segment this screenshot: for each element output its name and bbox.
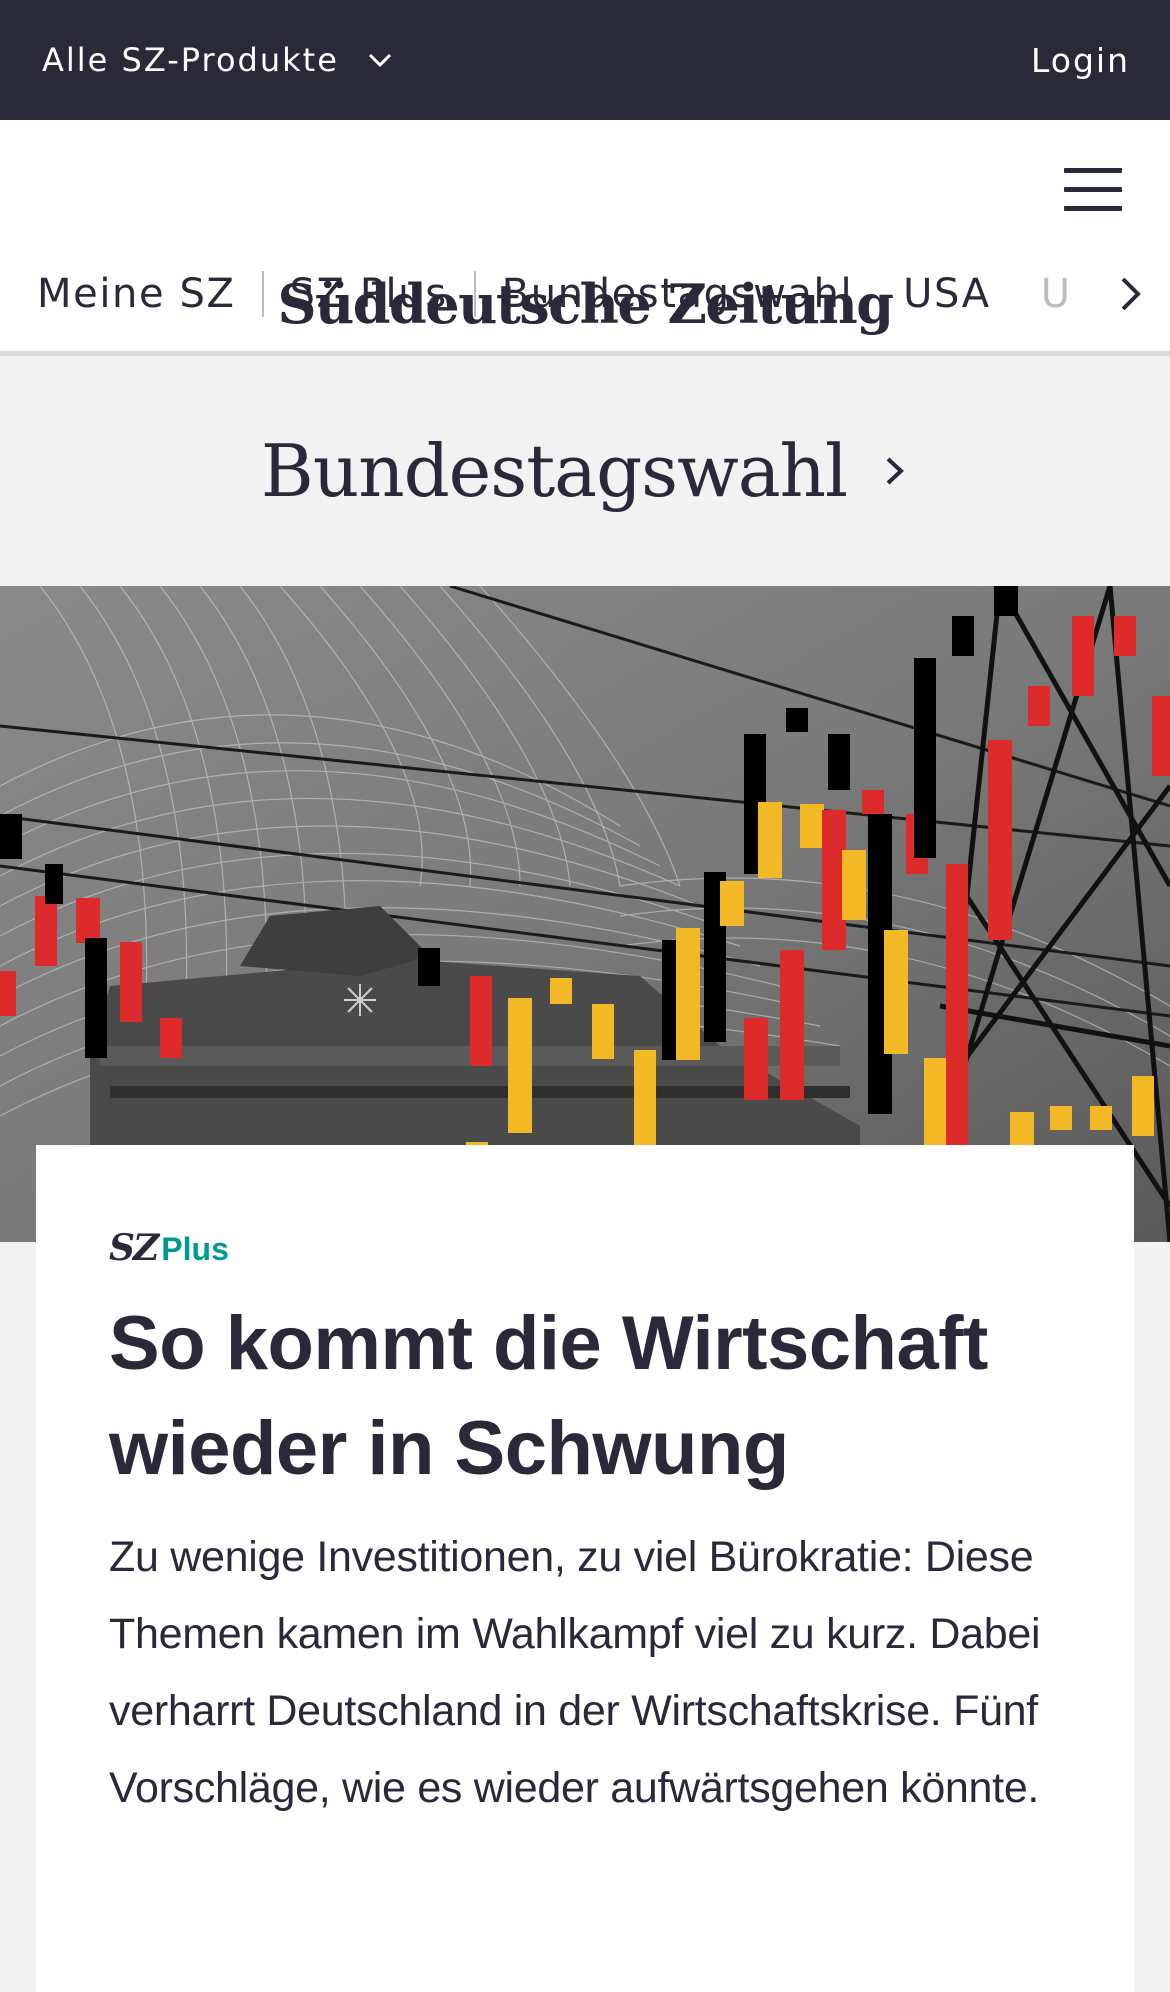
section-link-bundestagswahl[interactable]: Bundestagswahl xyxy=(0,356,1170,586)
nav-divider xyxy=(261,271,264,317)
chevron-right-icon xyxy=(886,457,905,485)
chevron-down-icon xyxy=(368,53,391,68)
nav-divider xyxy=(473,271,476,317)
chevron-right-icon xyxy=(1121,277,1141,311)
article-headline[interactable]: So kommt die Wirtschaft wieder in Schwun… xyxy=(109,1291,1062,1501)
all-products-label: Alle SZ-Produkte xyxy=(42,41,339,79)
nav-item-meine-sz[interactable]: Meine SZ xyxy=(37,271,236,317)
ressort-nav: Meine SZ SZ Plus Bundestagswahl USA U xyxy=(0,262,1170,326)
nav-item-next[interactable]: U xyxy=(1041,271,1072,317)
nav-item-bundestagswahl[interactable]: Bundestagswahl xyxy=(502,271,854,317)
top-bar: Alle SZ-Produkte Login xyxy=(0,0,1170,120)
menu-icon[interactable] xyxy=(1064,168,1122,214)
article-teaser-text: Zu wenige Investitionen, zu viel Bürokra… xyxy=(109,1533,1041,1812)
section-title: Bundestagswahl xyxy=(260,429,848,513)
hero-image[interactable] xyxy=(0,586,1170,1242)
sz-plus-badge-sz: SZ xyxy=(109,1227,159,1269)
hero-collage-graphic xyxy=(0,586,1170,1242)
nav-item-usa[interactable]: USA xyxy=(903,271,991,317)
nav-item-sz-plus[interactable]: SZ Plus xyxy=(290,271,448,317)
article-teaser-card[interactable]: SZ Plus So kommt die Wirtschaft wieder i… xyxy=(36,1145,1134,1992)
all-products-dropdown[interactable]: Alle SZ-Produkte xyxy=(42,41,395,79)
sz-plus-badge-plus: Plus xyxy=(161,1231,229,1267)
login-link[interactable]: Login xyxy=(1031,41,1130,80)
site-header: Süddeutsche Zeitung Meine SZ SZ Plus Bun… xyxy=(0,120,1170,356)
nav-scroll-right-button[interactable] xyxy=(1092,262,1170,326)
sz-plus-badge: SZ Plus xyxy=(109,1227,1062,1271)
